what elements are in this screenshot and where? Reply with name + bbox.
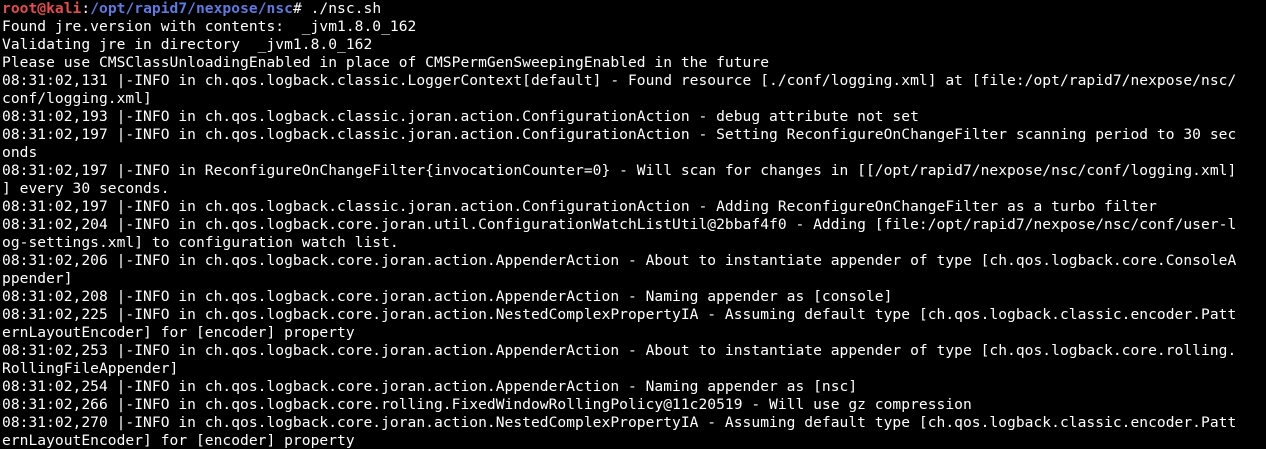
output-line: 08:31:02,197 |-INFO in ch.qos.logback.cl… — [2, 198, 1157, 215]
output-line: 08:31:02,206 |-INFO in ch.qos.logback.co… — [2, 252, 1237, 269]
output-line: ] every 30 seconds. — [2, 180, 170, 197]
output-line: 08:31:02,197 |-INFO in ReconfigureOnChan… — [2, 162, 1237, 179]
output-line: 08:31:02,197 |-INFO in ch.qos.logback.cl… — [2, 126, 1237, 143]
output-line: 08:31:02,266 |-INFO in ch.qos.logback.co… — [2, 396, 972, 413]
prompt-line: root@kali:/opt/rapid7/nexpose/nsc# ./nsc… — [2, 0, 1266, 18]
output-line: 08:31:02,254 |-INFO in ch.qos.logback.co… — [2, 378, 858, 395]
output-line: ernLayoutEncoder] for [encoder] property — [2, 324, 355, 341]
output-line: RollingFileAppender] — [2, 360, 179, 377]
output-line: og-settings.xml] to configuration watch … — [2, 234, 399, 251]
output-line: Found jre.version with contents: _jvm1.8… — [2, 18, 417, 35]
prompt-separator: : — [81, 0, 91, 17]
output-line: 08:31:02,193 |-INFO in ch.qos.logback.cl… — [2, 108, 919, 125]
prompt-command: ./nsc.sh — [310, 0, 382, 17]
output-line: 08:31:02,270 |-INFO in ch.qos.logback.co… — [2, 414, 1237, 431]
output-line: Validating jre in directory _jvm1.8.0_16… — [2, 36, 373, 53]
output-line: Please use CMSClassUnloadingEnabled in p… — [2, 54, 770, 71]
output-line: conf/logging.xml] — [2, 90, 152, 107]
output-line: 08:31:02,131 |-INFO in ch.qos.logback.cl… — [2, 72, 1237, 89]
terminal-output: Found jre.version with contents: _jvm1.8… — [2, 18, 1266, 449]
prompt-path: /opt/rapid7/nexpose/nsc — [90, 0, 293, 17]
output-line: 08:31:02,204 |-INFO in ch.qos.logback.co… — [2, 216, 1237, 233]
output-line: ernLayoutEncoder] for [encoder] property — [2, 432, 355, 449]
output-line: ppender] — [2, 270, 73, 287]
output-line: 08:31:02,253 |-INFO in ch.qos.logback.co… — [2, 342, 1237, 359]
output-line: 08:31:02,208 |-INFO in ch.qos.logback.co… — [2, 288, 893, 305]
output-line: 08:31:02,225 |-INFO in ch.qos.logback.co… — [2, 306, 1237, 323]
prompt-symbol: # — [292, 0, 311, 17]
output-line: onds — [2, 144, 38, 161]
terminal-window[interactable]: root@kali:/opt/rapid7/nexpose/nsc# ./nsc… — [0, 0, 1266, 449]
prompt-user-host: root@kali — [2, 0, 82, 17]
